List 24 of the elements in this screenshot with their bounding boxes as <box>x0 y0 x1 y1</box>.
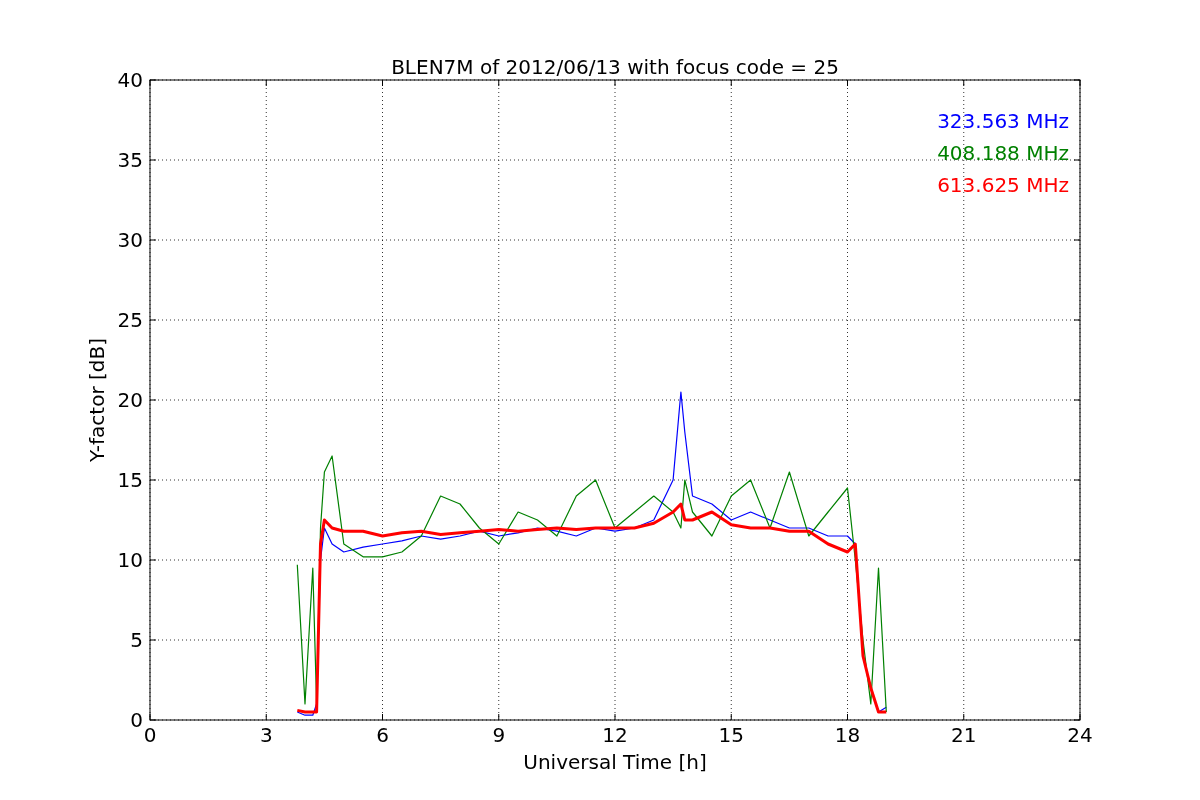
x-tick-label: 12 <box>602 723 628 747</box>
x-tick-label: 24 <box>1067 723 1093 747</box>
x-tick-label: 6 <box>376 723 389 747</box>
x-tick-label: 9 <box>492 723 506 747</box>
legend-label: 323.563 MHz <box>937 109 1069 133</box>
y-tick-label: 30 <box>117 228 143 252</box>
y-tick-label: 35 <box>117 148 143 172</box>
x-tick-label: 0 <box>143 723 157 747</box>
y-tick-label: 25 <box>117 308 143 332</box>
y-tick-label: 0 <box>130 708 143 732</box>
y-tick-label: 20 <box>117 388 143 412</box>
y-tick-label: 15 <box>117 468 143 492</box>
y-axis-label: Y-factor [dB] <box>85 338 109 462</box>
legend-label: 408.188 MHz <box>937 141 1069 165</box>
y-tick-label: 10 <box>117 548 143 572</box>
x-axis-label: Universal Time [h] <box>523 750 707 774</box>
chart-title: BLEN7M of 2012/06/13 with focus code = 25 <box>391 55 839 79</box>
x-tick-label: 15 <box>718 723 744 747</box>
x-tick-label: 18 <box>834 723 861 747</box>
y-tick-label: 40 <box>117 68 143 92</box>
x-tick-label: 21 <box>951 723 977 747</box>
x-tick-label: 3 <box>259 723 273 747</box>
y-tick-label: 5 <box>130 628 143 652</box>
legend-label: 613.625 MHz <box>937 173 1069 197</box>
